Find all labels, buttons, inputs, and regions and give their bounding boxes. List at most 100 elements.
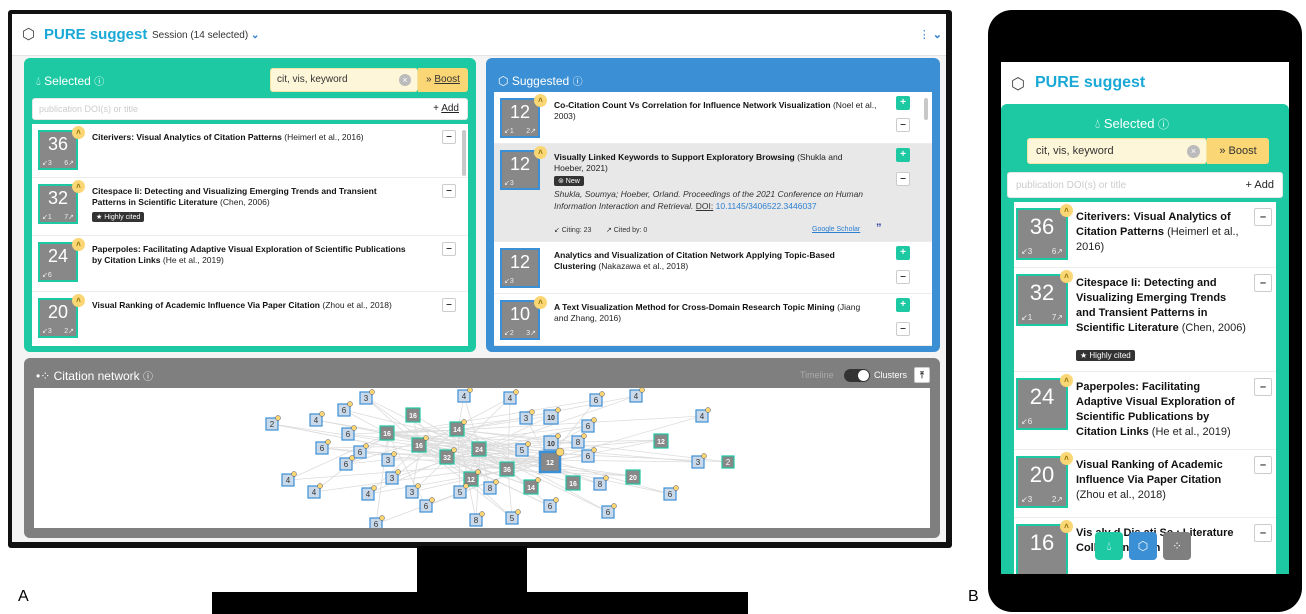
network-node[interactable]: 5 — [453, 483, 469, 499]
network-node[interactable]: 4 — [281, 471, 297, 487]
network-node[interactable]: 4 — [457, 387, 473, 403]
info-icon[interactable]: ⓘ — [573, 77, 583, 88]
network-node[interactable]: 16 — [411, 435, 429, 453]
fab-selected-icon[interactable]: 💧︎ — [1095, 532, 1123, 560]
network-node[interactable]: 6 — [663, 485, 679, 501]
exclude-button[interactable]: – — [896, 322, 910, 336]
network-node[interactable]: 3 — [405, 483, 421, 499]
list-item[interactable]: 36 ↙3 6↗ ˄ Citerivers: Visual Analytics … — [1014, 202, 1276, 268]
info-icon[interactable]: ⓘ — [1158, 119, 1169, 131]
keyword-input[interactable]: cit, vis, keyword × — [1027, 138, 1207, 164]
info-icon[interactable]: ⓘ — [94, 77, 104, 88]
list-item[interactable]: 36 ↙3 6↗ ˄ Citerivers: Visual Analytics … — [32, 124, 468, 178]
remove-button[interactable]: – — [442, 242, 456, 256]
remove-button[interactable]: – — [1254, 378, 1272, 396]
list-item[interactable]: 10 ↙2 3↗ ˄ A Text Visualization Method f… — [494, 294, 932, 346]
scrollbar[interactable] — [924, 98, 928, 120]
network-node[interactable]: 2 — [721, 455, 735, 469]
timeline-clusters-toggle[interactable] — [844, 369, 870, 382]
network-node[interactable]: 6 — [581, 447, 597, 463]
network-node[interactable]: 24 — [471, 441, 487, 457]
network-node[interactable]: 36 — [499, 461, 515, 477]
network-node[interactable]: 3 — [691, 453, 707, 469]
list-item[interactable]: 20 ↙3 2↗ ˄ Visual Ranking of Academic In… — [1014, 450, 1276, 518]
add-to-selected-button[interactable]: + — [896, 298, 910, 312]
network-node[interactable]: 6 — [339, 455, 355, 471]
add-to-selected-button[interactable]: + — [896, 96, 910, 110]
doi-link[interactable]: 10.1145/3406522.3446037 — [716, 201, 817, 211]
fab-suggested-icon[interactable]: ⬡ — [1129, 532, 1157, 560]
clear-icon[interactable]: × — [399, 74, 411, 86]
network-node[interactable]: 8 — [483, 479, 499, 495]
cite-quote-icon[interactable]: ” — [876, 222, 882, 234]
network-node[interactable]: 4 — [695, 407, 711, 423]
network-node[interactable]: 6 — [543, 497, 559, 513]
network-node[interactable]: 10 — [543, 433, 561, 451]
network-node[interactable]: 4 — [361, 485, 377, 501]
remove-button[interactable]: – — [1254, 524, 1272, 542]
network-node[interactable]: 10 — [543, 407, 561, 425]
network-node[interactable]: 16 — [565, 475, 581, 491]
network-node[interactable]: 8 — [593, 475, 609, 491]
network-node[interactable]: 6 — [341, 425, 357, 441]
network-node[interactable]: 4 — [503, 389, 519, 405]
network-node[interactable]: 12 — [538, 447, 565, 474]
boost-button[interactable]: » Boost — [418, 68, 468, 92]
network-node[interactable]: 3 — [359, 389, 375, 405]
network-node[interactable]: 2 — [265, 415, 281, 431]
remove-button[interactable]: – — [442, 130, 456, 144]
expand-button[interactable]: ⤒ — [914, 367, 930, 383]
network-node[interactable]: 6 — [315, 439, 331, 455]
network-node[interactable]: 6 — [419, 497, 435, 513]
add-to-selected-button[interactable]: + — [896, 148, 910, 162]
network-node[interactable]: 3 — [519, 409, 535, 425]
exclude-button[interactable]: – — [896, 270, 910, 284]
doi-input[interactable]: publication DOI(s) or title — [1016, 180, 1126, 191]
network-node[interactable]: 20 — [625, 469, 641, 485]
list-item[interactable]: 32 ↙1 7↗ ˄ Citespace Ii: Detecting and V… — [1014, 268, 1276, 372]
list-item[interactable]: 20 ↙3 2↗ ˄ Visual Ranking of Academic In… — [32, 292, 468, 346]
network-node[interactable]: 5 — [505, 509, 521, 525]
network-node[interactable]: 6 — [337, 401, 353, 417]
network-node[interactable]: 6 — [601, 503, 617, 519]
list-item[interactable]: 12 ↙1 2↗ ˄ Co-Citation Count Vs Correlat… — [494, 92, 932, 144]
exclude-button[interactable]: – — [896, 172, 910, 186]
exclude-button[interactable]: – — [896, 118, 910, 132]
remove-button[interactable]: – — [1254, 208, 1272, 226]
network-node[interactable]: 8 — [469, 511, 485, 527]
network-node[interactable]: 6 — [353, 443, 369, 459]
list-item[interactable]: 24 ↙6 ˄ Paperpoles: Facilitating Adaptiv… — [1014, 372, 1276, 450]
network-node[interactable]: 6 — [581, 417, 597, 433]
network-node[interactable]: 4 — [307, 483, 323, 499]
doi-input[interactable]: publication DOI(s) or title — [39, 104, 138, 114]
boost-button[interactable]: » Boost — [1207, 138, 1269, 164]
remove-button[interactable]: – — [442, 298, 456, 312]
add-button[interactable]: + Add — [1246, 179, 1274, 191]
network-node[interactable]: 5 — [515, 441, 531, 457]
network-node[interactable]: 8 — [571, 433, 587, 449]
network-node[interactable]: 12 — [653, 433, 669, 449]
info-icon[interactable]: ⓘ — [143, 372, 153, 383]
network-node[interactable]: 3 — [381, 451, 397, 467]
google-scholar-link[interactable]: Google Scholar — [812, 226, 860, 233]
network-node[interactable]: 3 — [385, 469, 401, 485]
menu-button[interactable]: ⋮ ⌄ — [919, 28, 942, 41]
network-canvas[interactable]: 3 6 4 4 6 4 2 4 6 16 3 10 6 4 14 6 6 16 16 10 8 12 3 6 32 24 5 12 6 3… — [34, 387, 930, 531]
list-item[interactable]: 12 ↙3 ˄ Visually Linked Keywords to Supp… — [494, 144, 932, 242]
list-item[interactable]: 24 ↙6 ˄ Paperpoles: Facilitating Adaptiv… — [32, 236, 468, 292]
remove-button[interactable]: – — [442, 184, 456, 198]
network-node[interactable]: 14 — [523, 477, 541, 495]
clear-icon[interactable]: × — [1187, 145, 1200, 158]
keyword-input[interactable]: cit, vis, keyword × — [270, 68, 418, 92]
network-node[interactable]: 32 — [439, 447, 457, 465]
network-node[interactable]: 14 — [449, 419, 467, 437]
network-node[interactable]: 6 — [589, 391, 605, 407]
scrollbar[interactable] — [462, 130, 466, 176]
network-node[interactable]: 16 — [379, 425, 395, 441]
citation-network-graph[interactable]: 364 4 6 42 4616 3 1064146 61616 10 8 12363224 51263… — [34, 387, 930, 531]
network-node[interactable]: 4 — [309, 411, 325, 427]
list-item[interactable]: 32 ↙1 7↗ ˄ Citespace Ii: Detecting and V… — [32, 178, 468, 236]
list-item[interactable]: 12 ↙3 Analytics and Visualization of Cit… — [494, 242, 932, 294]
remove-button[interactable]: – — [1254, 274, 1272, 292]
fab-network-icon[interactable]: ⁘ — [1163, 532, 1191, 560]
